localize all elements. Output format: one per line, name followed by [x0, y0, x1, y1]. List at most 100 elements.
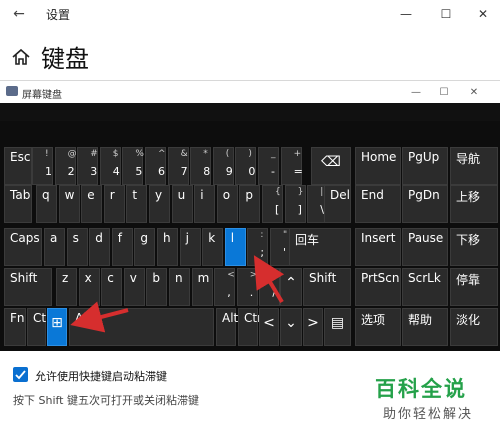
key-slash[interactable]: ? / [259, 268, 281, 306]
key-k0[interactable]: ) 0 [235, 147, 257, 185]
key-k6[interactable]: ^ 6 [145, 147, 166, 185]
key-quote[interactable]: " ' [270, 228, 291, 266]
key-scrlk[interactable]: ScrLk [402, 268, 448, 306]
key-d[interactable]: d [89, 228, 111, 266]
key-s[interactable]: s [66, 228, 88, 266]
key-fade[interactable]: 淡化 [450, 308, 498, 346]
key-k4[interactable]: $4 [99, 147, 121, 185]
key-a[interactable]: a [44, 228, 65, 266]
key-xiayi[interactable]: 下移 [450, 228, 498, 266]
key-k7[interactable]: & 7 [167, 147, 189, 185]
key-alt[interactable]: Alt [69, 308, 214, 346]
key-label: 停靠 [456, 273, 481, 287]
key-menu[interactable]: ▤ [324, 308, 351, 346]
key-lshift[interactable]: Shift [4, 268, 52, 306]
maximize-button[interactable]: ☐ [428, 0, 464, 28]
key-k2[interactable]: @2 [54, 147, 77, 185]
key-x[interactable]: x [78, 268, 100, 306]
key-r[interactable]: r [103, 185, 125, 223]
key-o[interactable]: o [216, 185, 238, 223]
key-del[interactable]: Del [324, 185, 351, 223]
key-l[interactable]: l [224, 228, 246, 266]
key-e[interactable]: e [81, 185, 103, 223]
key-kminus[interactable]: _ - [258, 147, 279, 185]
key-v[interactable]: v [123, 268, 145, 306]
close-button[interactable]: ✕ [465, 0, 500, 28]
key-prtscn[interactable]: PrtScn [355, 268, 401, 306]
key-g[interactable]: g [134, 228, 156, 266]
key-q[interactable]: q [36, 185, 57, 223]
key-esc[interactable]: Esc [4, 147, 32, 185]
key-label: End [361, 188, 384, 202]
key-pgup[interactable]: PgUp [402, 147, 448, 185]
home-icon[interactable] [10, 46, 32, 68]
key-pause[interactable]: Pause [402, 228, 448, 266]
key-w[interactable]: w [58, 185, 80, 223]
key-ctrl[interactable]: Ctrl [27, 308, 54, 346]
key-right[interactable]: > [303, 308, 323, 346]
key-tingkao[interactable]: 停靠 [450, 268, 498, 306]
key-semicolon[interactable]: :; [247, 228, 269, 266]
key-p[interactable]: p [239, 185, 261, 223]
key-rshift[interactable]: Shift [303, 268, 351, 306]
key-z[interactable]: z [56, 268, 77, 306]
key-m[interactable]: m [191, 268, 213, 306]
key-lbracket[interactable]: {[ [262, 185, 283, 223]
key-base-label: [ [275, 203, 280, 216]
key-k8[interactable]: * 8 [190, 147, 212, 185]
osk-close-button[interactable]: ✕ [462, 83, 486, 101]
key-k9[interactable]: (9 [212, 147, 234, 185]
key-n[interactable]: n [169, 268, 190, 306]
key-options[interactable]: 选项 [355, 308, 401, 346]
key-u[interactable]: u [171, 185, 193, 223]
sticky-keys-checkbox[interactable] [13, 367, 28, 382]
key-k1[interactable]: ! 1 [32, 147, 53, 185]
key-shift-label: < [227, 270, 235, 280]
key-backspace[interactable]: ⌫ [311, 147, 351, 185]
osk-title: 屏幕键盘 [22, 90, 62, 101]
key-t[interactable]: t [126, 185, 148, 223]
key-h[interactable]: h [157, 228, 178, 266]
minimize-button[interactable]: — [388, 0, 424, 28]
key-navkey[interactable]: 导航 [450, 147, 498, 185]
key-altr[interactable]: Alt [216, 308, 238, 346]
key-b[interactable]: b [146, 268, 168, 306]
key-enter[interactable]: 回车 [289, 228, 351, 266]
key-shangyi[interactable]: 上移 [450, 185, 498, 223]
key-comma[interactable]: <, [214, 268, 236, 306]
key-k5[interactable]: % 5 [122, 147, 144, 185]
keyboard-top-strip [0, 103, 500, 121]
key-k[interactable]: k [202, 228, 224, 266]
key-f[interactable]: f [111, 228, 133, 266]
back-icon[interactable]: ← [4, 0, 34, 28]
key-j[interactable]: j [179, 228, 201, 266]
key-kequal[interactable]: + = [280, 147, 303, 185]
key-insert[interactable]: Insert [355, 228, 401, 266]
osk-maximize-button[interactable]: ☐ [432, 83, 456, 101]
key-down[interactable]: ⌄ [280, 308, 302, 346]
key-ctrlr[interactable]: Ctrl [238, 308, 265, 346]
key-k3[interactable]: #3 [77, 147, 99, 185]
key-label: q [42, 188, 50, 202]
key-label: s [72, 231, 79, 245]
key-c[interactable]: c [101, 268, 123, 306]
key-left[interactable]: < [259, 308, 279, 346]
key-help[interactable]: 帮助 [402, 308, 448, 346]
key-win[interactable]: ⊞ [47, 308, 67, 346]
key-y[interactable]: y [149, 185, 170, 223]
key-fn[interactable]: Fn [4, 308, 26, 346]
key-period[interactable]: >. [236, 268, 258, 306]
key-label: d [95, 231, 103, 245]
key-pgdn[interactable]: PgDn [402, 185, 448, 223]
key-caps[interactable]: Caps [4, 228, 42, 266]
key-label: o [222, 188, 231, 202]
key-i[interactable]: i [194, 185, 216, 223]
key-tab[interactable]: Tab [4, 185, 32, 223]
key-home[interactable]: Home [355, 147, 401, 185]
osk-minimize-button[interactable]: — [404, 83, 428, 101]
key-label: Esc [10, 150, 31, 164]
key-up[interactable]: ⌃ [280, 268, 302, 306]
key-rbracket[interactable]: }] [284, 185, 306, 223]
key-end[interactable]: End [355, 185, 401, 223]
key-base-label: 3 [90, 165, 98, 178]
